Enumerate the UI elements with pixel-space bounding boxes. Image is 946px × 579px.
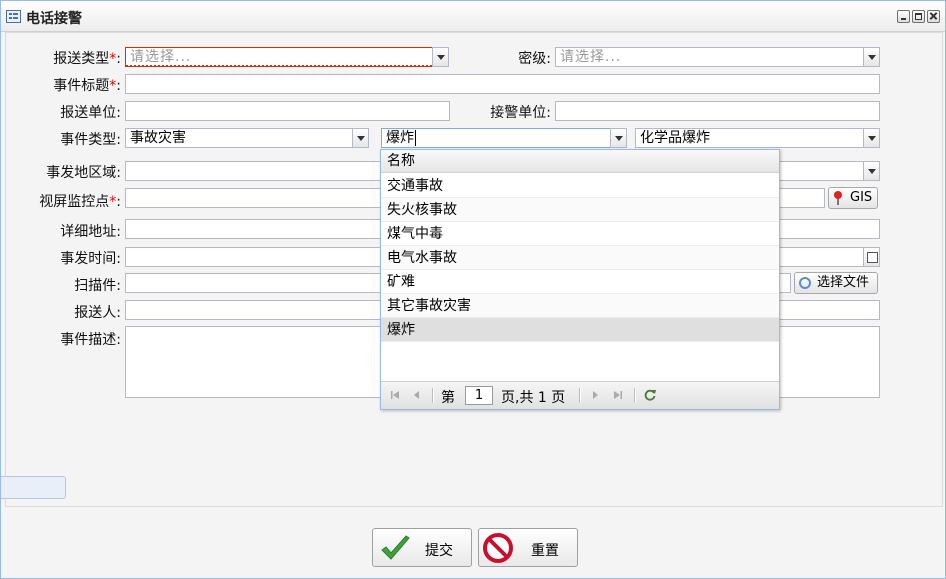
prev-page-icon[interactable] bbox=[411, 389, 423, 401]
region-label: 事发地区域: bbox=[46, 165, 121, 181]
list-item[interactable]: 其它事故灾害 bbox=[381, 294, 779, 318]
map-pin-icon bbox=[834, 191, 842, 205]
gis-button[interactable]: GIS bbox=[828, 187, 878, 209]
report-type-input[interactable]: 请选择... bbox=[125, 47, 433, 67]
event-type-3-dropdown-trigger[interactable] bbox=[863, 128, 880, 148]
report-type-dropdown-trigger[interactable] bbox=[432, 47, 449, 67]
select-file-button[interactable]: 选择文件 bbox=[794, 272, 878, 294]
next-page-icon[interactable] bbox=[589, 389, 601, 401]
form-icon bbox=[6, 10, 21, 23]
event-type-1-dropdown-trigger[interactable] bbox=[352, 128, 369, 148]
toolbar-separator bbox=[634, 388, 636, 403]
monitor-point-label: 视屏监控点*: bbox=[39, 194, 121, 210]
event-type-2-dropdown-trigger[interactable] bbox=[610, 128, 627, 148]
secret-level-input[interactable]: 请选择... bbox=[555, 47, 864, 67]
description-label: 事件描述: bbox=[60, 332, 121, 348]
maximize-icon[interactable] bbox=[912, 10, 925, 23]
event-type-dropdown-list: 名称 交通事故 失火核事故 煤气中毒 电气水事故 矿难 其它事故灾害 爆炸 第 … bbox=[380, 149, 780, 410]
first-page-icon[interactable] bbox=[389, 389, 401, 401]
phone-alarm-window: 电话接警 报送类型*: 请选择... 密级: 请选择... 事件标题*: 报送单… bbox=[0, 0, 946, 579]
report-unit-input[interactable] bbox=[125, 101, 450, 121]
report-unit-label: 报送单位: bbox=[60, 105, 121, 121]
receive-unit-input[interactable] bbox=[555, 101, 880, 121]
reporter-label: 报送人: bbox=[74, 305, 121, 321]
title-bar[interactable]: 电话接警 bbox=[1, 1, 945, 32]
list-item[interactable]: 交通事故 bbox=[381, 174, 779, 198]
reset-label: 重置 bbox=[531, 543, 559, 559]
close-icon[interactable] bbox=[927, 10, 940, 23]
secret-level-dropdown-trigger[interactable] bbox=[863, 47, 880, 67]
pagination-toolbar: 第 1 页,共 1 页 bbox=[381, 381, 779, 409]
calendar-icon[interactable] bbox=[863, 247, 880, 267]
list-item[interactable]: 煤气中毒 bbox=[381, 222, 779, 246]
window-title: 电话接警 bbox=[26, 11, 82, 27]
submit-button[interactable]: 提交 bbox=[372, 528, 472, 567]
page-number-input[interactable]: 1 bbox=[465, 386, 493, 405]
scan-label: 扫描件: bbox=[74, 278, 121, 294]
reset-button[interactable]: 重置 bbox=[478, 528, 578, 567]
toolbar-separator bbox=[432, 388, 434, 403]
list-item[interactable]: 电气水事故 bbox=[381, 246, 779, 270]
page-prefix-text: 第 bbox=[441, 390, 455, 406]
list-item-selected[interactable]: 爆炸 bbox=[381, 318, 779, 342]
toolbar-separator bbox=[579, 388, 581, 403]
list-item[interactable]: 失火核事故 bbox=[381, 198, 779, 222]
refresh-icon[interactable] bbox=[643, 388, 657, 402]
collapsed-side-tab[interactable] bbox=[1, 476, 66, 499]
secret-level-label: 密级: bbox=[518, 51, 551, 67]
event-type-label: 事件类型: bbox=[60, 132, 121, 148]
event-title-input[interactable] bbox=[125, 74, 880, 94]
minimize-icon[interactable] bbox=[897, 10, 910, 23]
last-page-icon[interactable] bbox=[612, 389, 624, 401]
report-type-label: 报送类型*: bbox=[53, 51, 121, 67]
event-type-combo-2[interactable]: 爆炸 bbox=[381, 128, 611, 148]
submit-label: 提交 bbox=[425, 543, 453, 559]
time-label: 事发时间: bbox=[60, 251, 121, 267]
event-type-combo-3[interactable]: 化学品爆炸 bbox=[635, 128, 864, 148]
page-total-text: 页,共 1 页 bbox=[501, 390, 566, 406]
receive-unit-label: 接警单位: bbox=[490, 105, 551, 121]
event-type-combo-1[interactable]: 事故灾害 bbox=[125, 128, 353, 148]
dropdown-column-header: 名称 bbox=[381, 150, 779, 173]
list-item[interactable]: 矿难 bbox=[381, 270, 779, 294]
event-title-label: 事件标题*: bbox=[53, 78, 121, 94]
no-entry-icon bbox=[483, 533, 513, 563]
region-dropdown-trigger[interactable] bbox=[863, 161, 880, 181]
paperclip-icon bbox=[796, 274, 814, 292]
check-icon bbox=[381, 535, 410, 560]
address-label: 详细地址: bbox=[60, 224, 121, 240]
